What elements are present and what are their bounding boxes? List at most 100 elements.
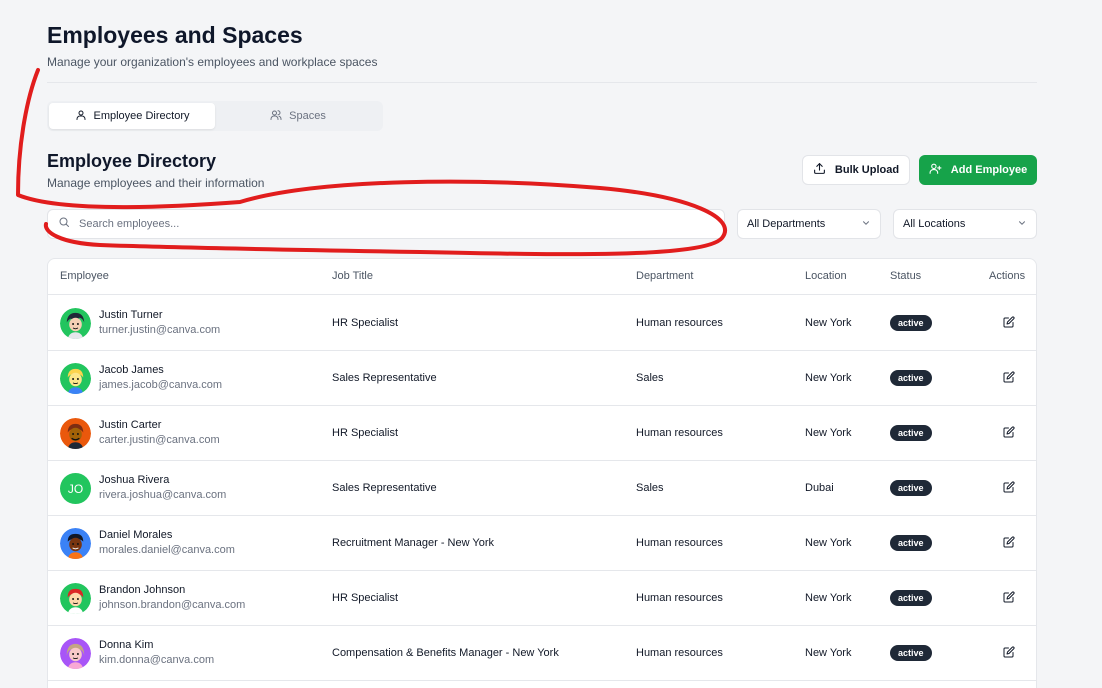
employee-name: Donna Kim [99, 639, 154, 651]
edit-button[interactable] [1003, 646, 1017, 660]
add-employee-button[interactable]: Add Employee [919, 155, 1037, 185]
edit-icon [1003, 536, 1015, 548]
table-row[interactable]: Brandon Johnson johnson.brandon@canva.co… [48, 571, 1036, 626]
status-badge: active [890, 315, 932, 331]
search-icon [58, 215, 70, 233]
department-cell: Human resources [636, 592, 723, 604]
employee-email: carter.justin@canva.com [99, 434, 220, 446]
employee-name: Joshua Rivera [99, 474, 170, 486]
department-cell: Human resources [636, 537, 723, 549]
edit-icon [1003, 591, 1015, 603]
employee-email: johnson.brandon@canva.com [99, 599, 246, 611]
column-header-employee: Employee [60, 270, 109, 282]
employee-name: Daniel Morales [99, 529, 173, 541]
column-header-department: Department [636, 270, 694, 282]
tab-bar: Employee Directory Spaces [47, 101, 383, 131]
status-badge: active [890, 590, 932, 606]
location-select-value: All Locations [903, 218, 966, 230]
column-header-location: Location [805, 270, 847, 282]
table-row[interactable]: Jacob James james.jacob@canva.com Sales … [48, 351, 1036, 406]
employee-name: Justin Turner [99, 309, 163, 321]
employee-table: Employee Job Title Department Location S… [47, 258, 1037, 688]
employee-email: rivera.joshua@canva.com [99, 489, 227, 501]
chevron-down-icon [861, 218, 871, 231]
job-title-cell: Sales Representative [332, 372, 437, 384]
column-header-status: Status [890, 270, 922, 282]
edit-button[interactable] [1003, 426, 1017, 440]
bulk-upload-label: Bulk Upload [834, 164, 900, 176]
location-select[interactable]: All Locations [893, 209, 1037, 239]
status-badge: active [890, 645, 932, 661]
user-plus-icon [929, 162, 942, 178]
edit-button[interactable] [1003, 481, 1017, 495]
tab-employee-directory[interactable]: Employee Directory [49, 103, 215, 129]
avatar [60, 528, 91, 559]
location-cell: Dubai [805, 482, 834, 494]
location-cell: New York [805, 537, 852, 549]
status-badge: active [890, 480, 932, 496]
department-select[interactable]: All Departments [737, 209, 881, 239]
tab-spaces[interactable]: Spaces [215, 103, 381, 129]
department-cell: Human resources [636, 647, 723, 659]
edit-icon [1003, 371, 1015, 383]
avatar [60, 308, 91, 339]
avatar [60, 363, 91, 394]
employee-email: morales.daniel@canva.com [99, 544, 235, 556]
page-title: Employees and Spaces [47, 22, 303, 48]
avatar [60, 418, 91, 449]
page-subtitle: Manage your organization's employees and… [47, 55, 378, 69]
employee-name: Brandon Johnson [99, 584, 186, 596]
status-badge: active [890, 370, 932, 386]
avatar [60, 638, 91, 669]
column-header-actions: Actions [989, 270, 1026, 282]
location-cell: New York [805, 592, 852, 604]
header-divider [47, 82, 1037, 83]
tab-label: Employee Directory [93, 110, 190, 122]
edit-icon [1003, 316, 1015, 328]
edit-button[interactable] [1003, 316, 1017, 330]
job-title-cell: HR Specialist [332, 317, 399, 329]
job-title-cell: HR Specialist [332, 427, 399, 439]
employee-email: james.jacob@canva.com [99, 379, 223, 391]
table-header: Employee Job Title Department Location S… [48, 259, 1036, 295]
chevron-down-icon [1017, 218, 1027, 231]
job-title-cell: Recruitment Manager - New York [332, 537, 495, 549]
employee-email: kim.donna@canva.com [99, 654, 215, 666]
employee-name: Jacob James [99, 364, 164, 376]
edit-icon [1003, 646, 1015, 658]
department-select-value: All Departments [747, 218, 826, 230]
location-cell: New York [805, 317, 852, 329]
edit-button[interactable] [1003, 591, 1017, 605]
bulk-upload-button[interactable]: Bulk Upload [802, 155, 910, 185]
department-cell: Sales [636, 372, 664, 384]
avatar [60, 583, 91, 614]
table-row[interactable]: Daniel Morales morales.daniel@canva.com … [48, 516, 1036, 571]
status-badge: active [890, 535, 932, 551]
department-cell: Human resources [636, 427, 723, 439]
add-employee-label: Add Employee [950, 164, 1028, 176]
tab-label: Spaces [289, 110, 326, 122]
job-title-cell: HR Specialist [332, 592, 399, 604]
search-input[interactable] [79, 218, 724, 230]
location-cell: New York [805, 647, 852, 659]
table-row[interactable]: Justin Carter carter.justin@canva.com HR… [48, 406, 1036, 461]
department-cell: Human resources [636, 317, 723, 329]
job-title-cell: Sales Representative [332, 482, 437, 494]
table-row[interactable]: JO Joshua Rivera rivera.joshua@canva.com… [48, 461, 1036, 516]
section-subtitle: Manage employees and their information [47, 176, 265, 190]
upload-icon [813, 162, 826, 178]
section-title: Employee Directory [47, 151, 217, 171]
column-header-job-title: Job Title [332, 270, 373, 282]
search-box[interactable] [47, 209, 725, 239]
status-badge: active [890, 425, 932, 441]
users-icon [270, 109, 282, 124]
user-icon [75, 109, 87, 124]
edit-button[interactable] [1003, 371, 1017, 385]
table-row[interactable]: Donna Kim kim.donna@canva.com Compensati… [48, 626, 1036, 681]
edit-button[interactable] [1003, 536, 1017, 550]
table-row[interactable]: Justin Turner turner.justin@canva.com HR… [48, 296, 1036, 351]
employee-email: turner.justin@canva.com [99, 324, 221, 336]
edit-icon [1003, 481, 1015, 493]
location-cell: New York [805, 372, 852, 384]
edit-icon [1003, 426, 1015, 438]
